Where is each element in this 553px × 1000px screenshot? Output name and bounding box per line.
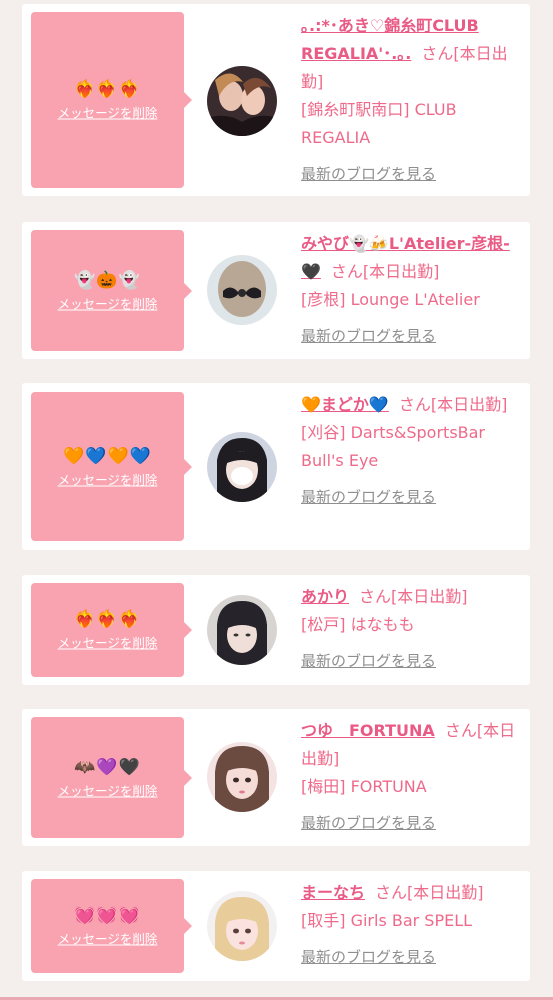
- avatar[interactable]: [207, 255, 277, 325]
- latest-blog-link[interactable]: 最新のブログを見る: [301, 322, 436, 350]
- message-card: 🧡💙🧡💙 メッセージを削除 🧡まどか💙 さん[本日出勤] [刈谷] Darts&S…: [22, 383, 530, 550]
- member-name-link[interactable]: まーなち: [301, 883, 365, 902]
- member-info: 🧡まどか💙 さん[本日出勤] [刈谷] Darts&SportsBar Bull'…: [301, 391, 523, 511]
- message-emoji: ❤️‍🔥❤️‍🔥❤️‍🔥: [74, 609, 141, 630]
- avatar[interactable]: [207, 595, 277, 665]
- latest-blog-link[interactable]: 最新のブログを見る: [301, 483, 436, 511]
- message-bubble: 👻🎃👻 メッセージを削除: [31, 230, 192, 351]
- member-area: [松戸] はなもも: [301, 615, 415, 634]
- message-bubble: ❤️‍🔥❤️‍🔥❤️‍🔥 メッセージを削除: [31, 583, 192, 677]
- message-card: ❤️‍🔥❤️‍🔥❤️‍🔥 メッセージを削除 あかり さん[本日出勤] [松戸] は…: [22, 575, 530, 685]
- delete-message-link[interactable]: メッセージを削除: [58, 469, 158, 488]
- avatar[interactable]: [207, 66, 277, 136]
- member-name-link[interactable]: 🧡まどか💙: [301, 395, 389, 414]
- message-emoji: 🧡💙🧡💙: [63, 446, 152, 466]
- message-bubble: ❤️‍🔥❤️‍🔥❤️‍🔥 メッセージを削除: [31, 12, 192, 188]
- member-name-link[interactable]: つゆ FORTUNA: [301, 721, 435, 740]
- member-info: まーなち さん[本日出勤] [取手] Girls Bar SPELL 最新のブログ…: [301, 879, 523, 971]
- latest-blog-link[interactable]: 最新のブログを見る: [301, 160, 436, 188]
- message-card: ❤️‍🔥❤️‍🔥❤️‍🔥 メッセージを削除 ｡.:*･あき♡錦糸町CLUB RE…: [22, 4, 530, 196]
- member-area: [梅田] FORTUNA: [301, 777, 427, 796]
- status-suffix: さん[本日出勤]: [375, 883, 484, 902]
- latest-blog-link[interactable]: 最新のブログを見る: [301, 809, 436, 837]
- member-area: [取手] Girls Bar SPELL: [301, 911, 473, 930]
- message-card: 💓💓💓 メッセージを削除 まーなち さん[本日出勤] [取手] Girls Bar…: [22, 871, 530, 981]
- member-area: [彦根] Lounge L'Atelier: [301, 290, 480, 309]
- avatar[interactable]: [207, 742, 277, 812]
- delete-message-link[interactable]: メッセージを削除: [58, 780, 158, 799]
- avatar[interactable]: [207, 432, 277, 502]
- delete-message-link[interactable]: メッセージを削除: [58, 633, 158, 652]
- message-bubble: 💓💓💓 メッセージを削除: [31, 879, 192, 973]
- status-suffix: さん[本日出勤]: [398, 395, 508, 414]
- message-card: 🦇💜🖤 メッセージを削除 つゆ FORTUNA さん[本日出勤] [梅田] FOR…: [22, 709, 530, 846]
- message-emoji: 💓💓💓: [74, 905, 141, 926]
- member-info: みやび👻🍻L'Atelier-彦根-🖤 さん[本日出勤] [彦根] Lounge …: [301, 230, 523, 350]
- message-bubble: 🦇💜🖤 メッセージを削除: [31, 717, 192, 838]
- member-info: ｡.:*･あき♡錦糸町CLUB REGALIA'･.｡. さん[本日出勤] [錦糸…: [301, 12, 523, 188]
- member-area: [錦糸町駅南口] CLUB REGALIA: [301, 100, 457, 147]
- status-suffix: さん[本日出勤]: [359, 587, 468, 606]
- delete-message-link[interactable]: メッセージを削除: [58, 293, 158, 312]
- member-name-link[interactable]: あかり: [301, 587, 349, 606]
- delete-message-link[interactable]: メッセージを削除: [58, 103, 158, 122]
- delete-message-link[interactable]: メッセージを削除: [58, 929, 158, 948]
- status-suffix: さん[本日出勤]: [330, 262, 440, 281]
- member-info: つゆ FORTUNA さん[本日出勤] [梅田] FORTUNA 最新のブログを見…: [301, 717, 523, 837]
- message-card: 👻🎃👻 メッセージを削除 みやび👻🍻L'Atelier-彦根-🖤 さん[本日出勤]…: [22, 222, 530, 359]
- latest-blog-link[interactable]: 最新のブログを見る: [301, 647, 436, 675]
- message-emoji: ❤️‍🔥❤️‍🔥❤️‍🔥: [74, 79, 141, 100]
- message-bubble: 🧡💙🧡💙 メッセージを削除: [31, 392, 192, 541]
- member-info: あかり さん[本日出勤] [松戸] はなもも 最新のブログを見る: [301, 583, 523, 675]
- message-emoji: 🦇💜🖤: [74, 757, 141, 777]
- member-area: [刈谷] Darts&SportsBar Bull's Eye: [301, 423, 486, 470]
- latest-blog-link[interactable]: 最新のブログを見る: [301, 943, 436, 971]
- avatar[interactable]: [207, 891, 277, 961]
- message-emoji: 👻🎃👻: [74, 270, 141, 290]
